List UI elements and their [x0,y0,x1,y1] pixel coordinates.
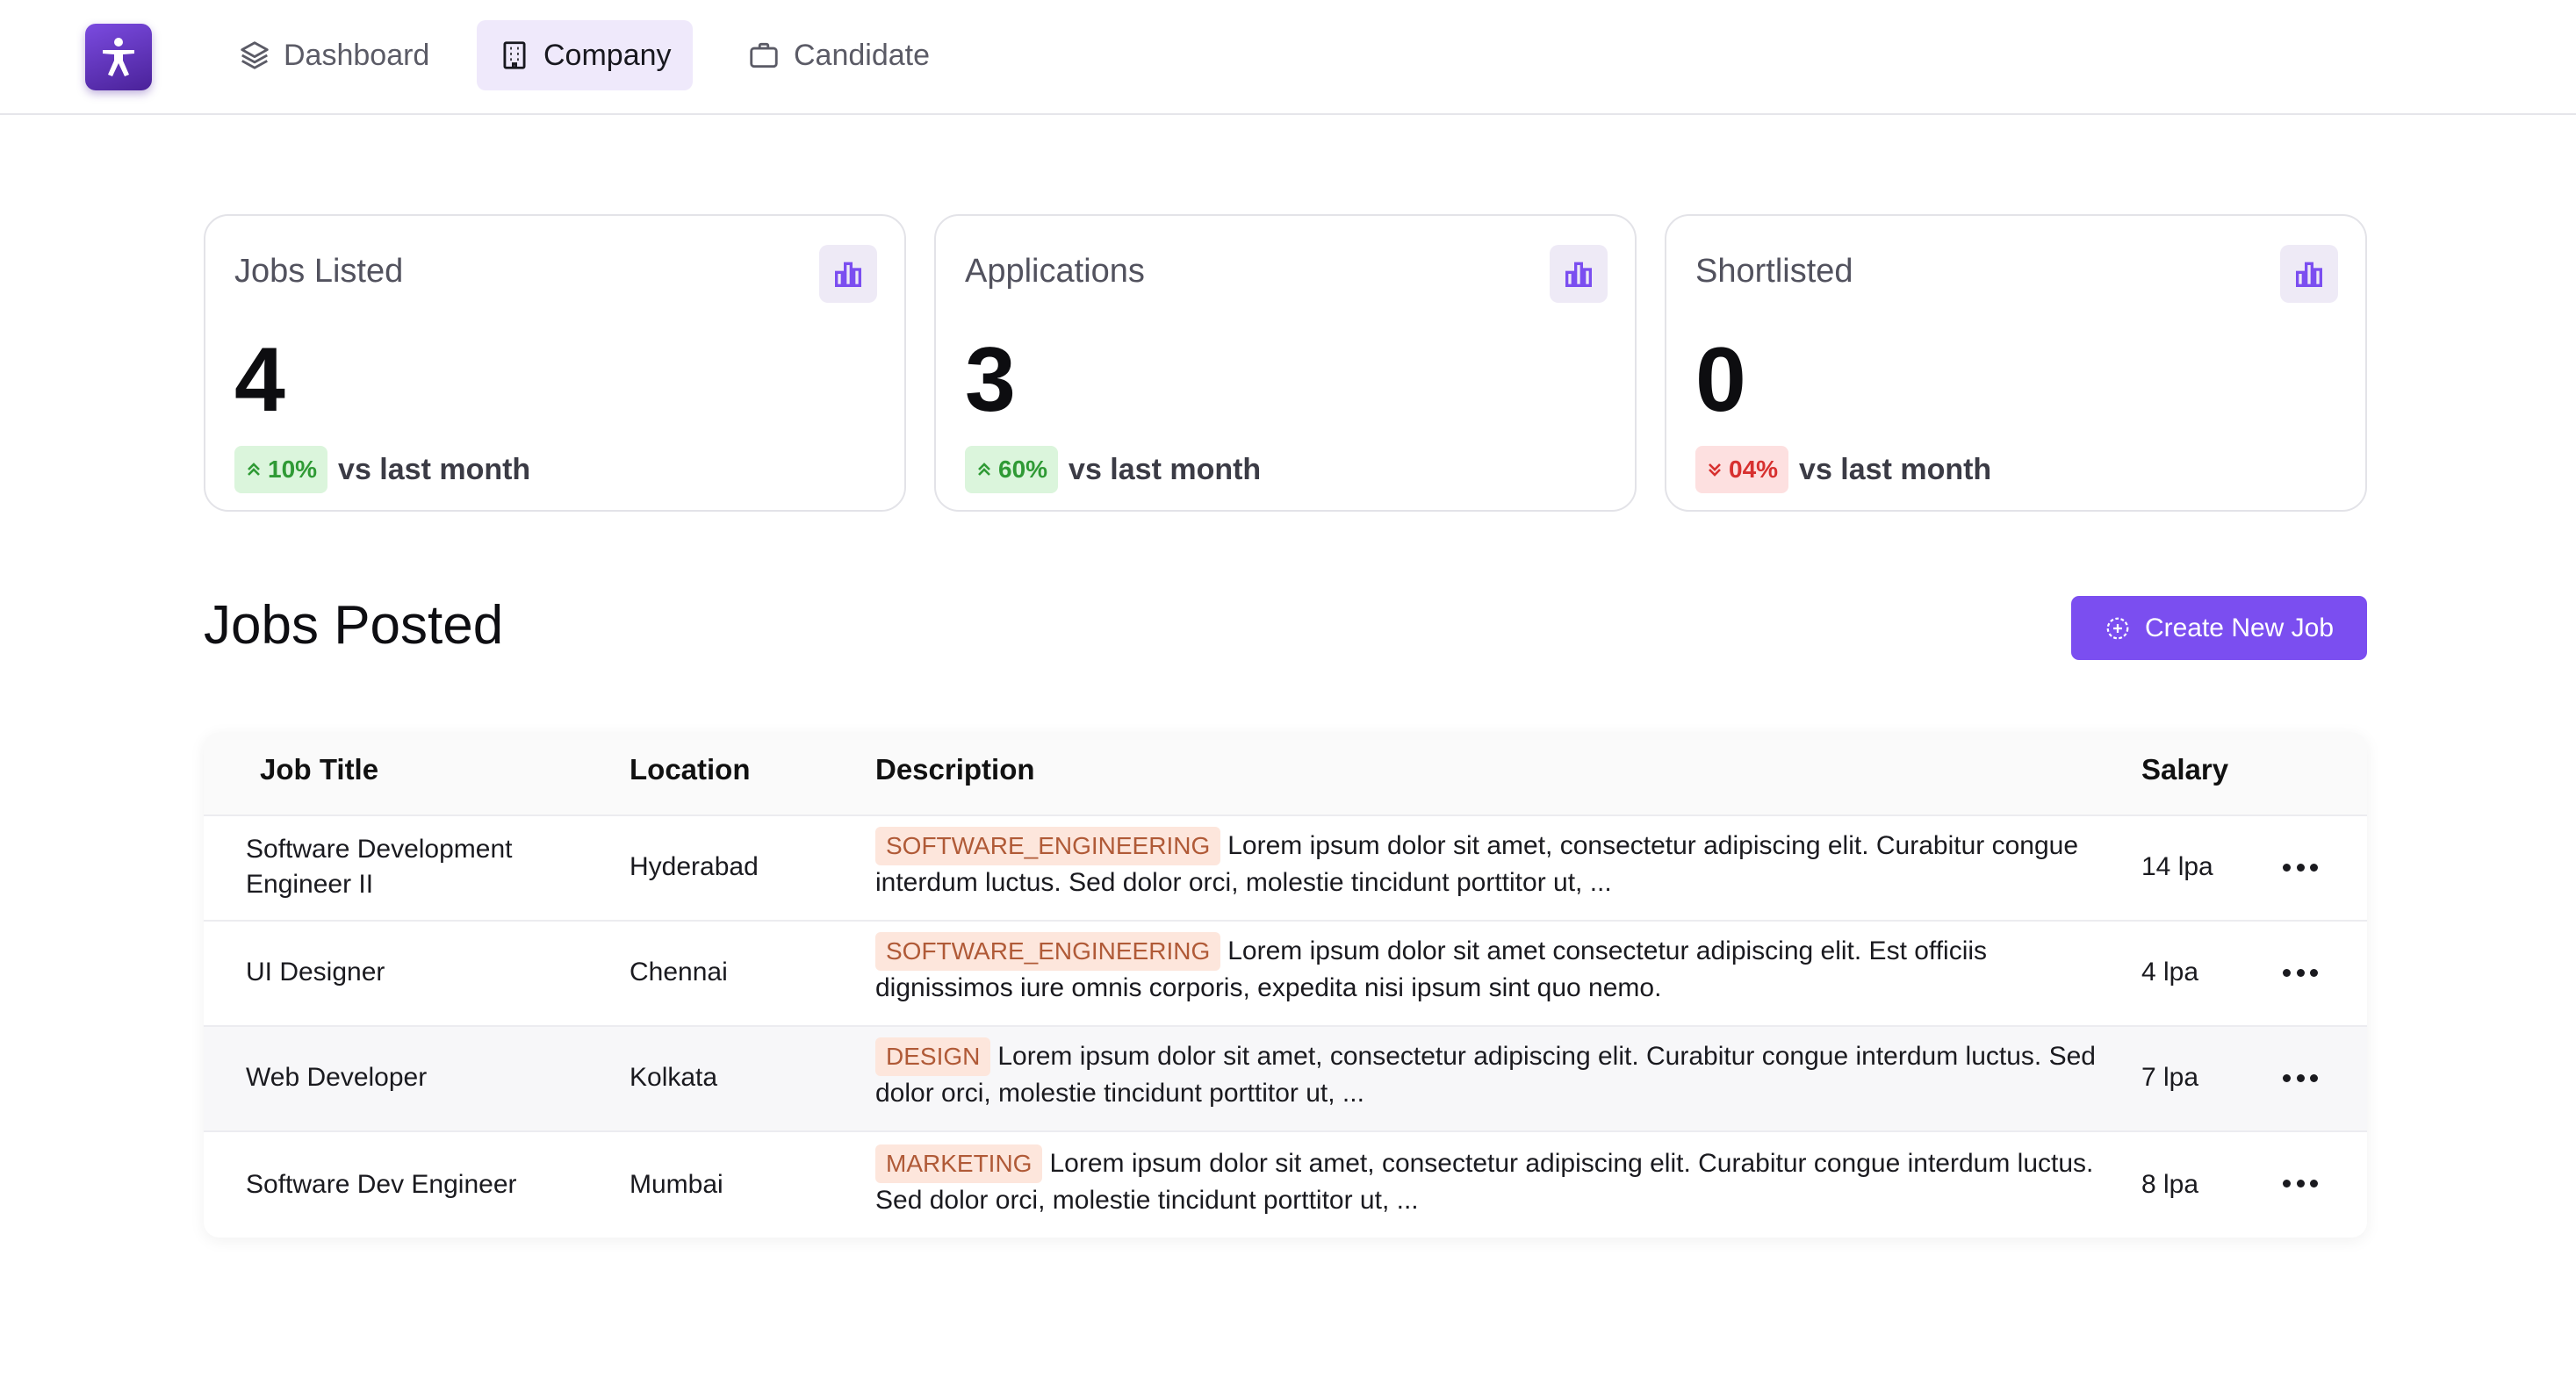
stat-card-footer: 60% vs last month [965,446,1261,493]
nav-company-label: Company [543,38,672,72]
category-tag: SOFTWARE_ENGINEERING [875,932,1221,971]
more-options-icon[interactable] [2283,857,2318,878]
location-cell: Mumbai [630,1170,723,1199]
top-navbar: Dashboard Company Candidate [0,0,2576,115]
table-header: Job Title Location Description Salary [204,732,2367,816]
trend-caption: vs last month [1799,452,1992,486]
add-circle-icon [2106,617,2129,639]
description-cell: SOFTWARE_ENGINEERING Lorem ipsum dolor si… [875,932,2118,1006]
trend-badge: 60% [965,446,1059,493]
double-chevron-down-icon [1709,463,1721,477]
building-icon [503,41,526,69]
nav-dashboard[interactable]: Dashboard [217,20,450,90]
nav-dashboard-label: Dashboard [284,38,430,72]
job-title-cell: Software Development Engineer II [246,835,513,899]
stat-card-jobs-listed: Jobs Listed 4 10% vs last month [204,214,906,512]
trend-badge: 10% [234,446,328,493]
description-cell: SOFTWARE_ENGINEERING Lorem ipsum dolor si… [875,827,2118,900]
app-logo[interactable] [85,24,152,90]
bar-chart-icon[interactable] [819,245,877,303]
trend-badge: 04% [1695,446,1789,493]
description-cell: MARKETING Lorem ipsum dolor sit amet, con… [875,1144,2118,1218]
create-new-job-label: Create New Job [2144,613,2335,642]
job-title-cell: Software Dev Engineer [246,1170,517,1199]
double-chevron-up-icon [248,463,260,476]
briefcase-icon [750,42,778,68]
column-header-job-title[interactable]: Job Title [260,753,378,786]
location-cell: Chennai [630,958,728,987]
nav-candidate-label: Candidate [794,38,931,72]
description-text: Lorem ipsum dolor sit amet, consectetur … [875,1149,2094,1215]
trend-caption: vs last month [1069,452,1262,486]
nav-company[interactable]: Company [477,20,693,90]
stat-card-value: 3 [965,329,1016,431]
stat-card-footer: 10% vs last month [234,446,530,493]
category-tag: SOFTWARE_ENGINEERING [875,827,1221,865]
stat-card-applications: Applications 3 60% vs last month [934,214,1637,512]
trend-value: 60% [998,456,1048,483]
double-chevron-up-icon [978,463,990,476]
nav-candidate[interactable]: Candidate [725,20,951,90]
bar-chart-icon[interactable] [2280,245,2338,303]
column-header-salary[interactable]: Salary [2141,753,2228,786]
more-options-icon[interactable] [2283,962,2318,983]
create-new-job-button[interactable]: Create New Job [2071,596,2367,660]
job-title-cell: UI Designer [246,958,385,987]
column-header-description[interactable]: Description [875,753,1035,786]
trend-caption: vs last month [338,452,531,486]
table-row[interactable]: Web Developer Kolkata DESIGN Lorem ipsum … [204,1027,2367,1132]
more-options-icon[interactable] [2283,1067,2318,1088]
column-header-location[interactable]: Location [630,753,751,786]
table-row[interactable]: Software Dev Engineer Mumbai MARKETING Lo… [204,1132,2367,1238]
stat-card-shortlisted: Shortlisted 0 04% vs last month [1665,214,2367,512]
salary-cell: 4 lpa [2141,958,2199,987]
more-options-icon[interactable] [2283,1173,2318,1194]
stat-card-title: Applications [965,253,1145,290]
category-tag: DESIGN [875,1037,991,1076]
location-cell: Kolkata [630,1063,718,1092]
salary-cell: 14 lpa [2141,852,2213,881]
layers-icon [241,41,269,69]
stat-card-title: Shortlisted [1695,253,1853,290]
trend-value: 04% [1729,456,1779,483]
page-title: Jobs Posted [204,595,504,656]
stat-card-footer: 04% vs last month [1695,446,1991,493]
bar-chart-icon[interactable] [1550,245,1608,303]
description-text: Lorem ipsum dolor sit amet, consectetur … [875,1042,2096,1108]
location-cell: Hyderabad [630,852,759,881]
description-cell: DESIGN Lorem ipsum dolor sit amet, consec… [875,1037,2118,1111]
trend-value: 10% [268,456,318,483]
table-row[interactable]: Software Development Engineer II Hyderab… [204,816,2367,922]
stat-card-value: 0 [1695,329,1746,431]
salary-cell: 8 lpa [2141,1170,2199,1199]
stat-card-value: 4 [234,329,285,431]
table-row[interactable]: UI Designer Chennai SOFTWARE_ENGINEERING… [204,922,2367,1027]
salary-cell: 7 lpa [2141,1063,2199,1092]
job-title-cell: Web Developer [246,1063,428,1092]
jobs-table: Job Title Location Description Salary So… [204,732,2367,1238]
category-tag: MARKETING [875,1144,1043,1183]
accessibility-icon [103,38,134,76]
stat-card-title: Jobs Listed [234,253,404,290]
